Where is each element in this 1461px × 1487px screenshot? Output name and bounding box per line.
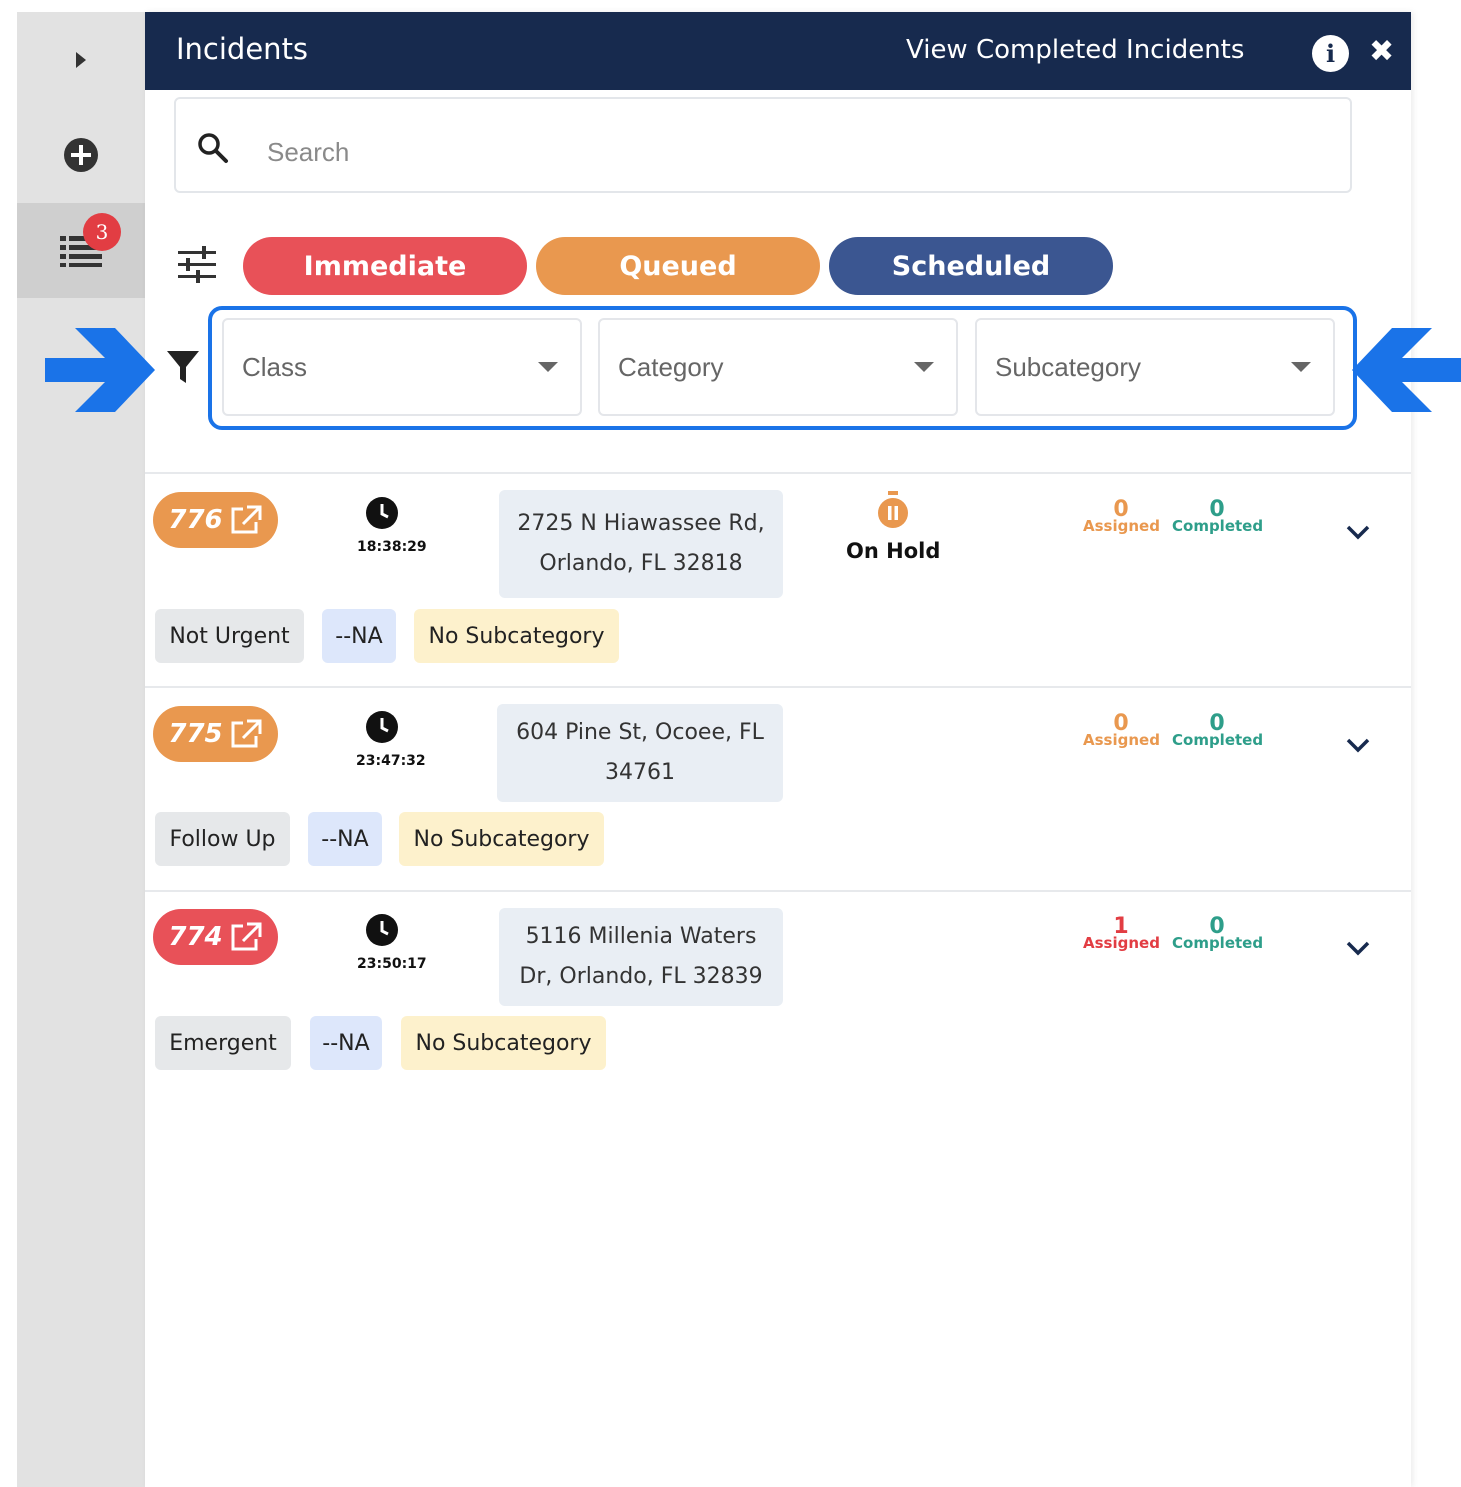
- incident-address: 2725 N Hiawassee Rd, Orlando, FL 32818: [499, 490, 783, 598]
- external-link-icon: [231, 719, 262, 748]
- incident-id-badge[interactable]: 775: [153, 706, 278, 762]
- assigned-label: Assigned: [1083, 731, 1160, 749]
- immediate-filter-button[interactable]: Immediate: [243, 237, 527, 295]
- external-link-icon: [231, 922, 262, 951]
- chevron-down-icon[interactable]: [1345, 736, 1371, 754]
- completed-label: Completed: [1172, 934, 1264, 952]
- category-select[interactable]: Category: [598, 318, 958, 416]
- incident-address: 5116 Millenia Waters Dr, Orlando, FL 328…: [499, 908, 783, 1006]
- incident-id: 776: [168, 505, 223, 535]
- incident-id: 775: [168, 719, 223, 749]
- subcategory-select[interactable]: Subcategory: [975, 318, 1335, 416]
- category-tag: --NA: [322, 609, 396, 663]
- urgency-tag: Follow Up: [155, 812, 290, 866]
- completed-label: Completed: [1172, 731, 1264, 749]
- search-input[interactable]: [265, 128, 1169, 176]
- clock-icon: [366, 914, 398, 946]
- assigned-counter: 0 Assigned: [1083, 713, 1160, 749]
- left-pointing-arrow-icon: [1352, 328, 1461, 412]
- completed-counter: 0 Completed: [1172, 713, 1264, 749]
- chevron-down-icon[interactable]: [1345, 939, 1371, 957]
- funnel-icon: [167, 351, 199, 383]
- subcategory-tag: No Subcategory: [401, 1016, 606, 1070]
- class-select-label: Class: [242, 351, 308, 382]
- search-icon: [198, 133, 228, 163]
- view-completed-incidents-link[interactable]: View Completed Incidents: [906, 35, 1244, 65]
- chevron-down-icon: [914, 362, 934, 372]
- assigned-label: Assigned: [1083, 934, 1160, 952]
- elapsed-time: 23:50:17: [357, 956, 427, 972]
- chevron-down-icon: [1291, 362, 1311, 372]
- status-label: On Hold: [846, 539, 941, 563]
- queued-filter-button[interactable]: Queued: [536, 237, 820, 295]
- category-tag: --NA: [310, 1016, 382, 1070]
- add-incident-icon[interactable]: [62, 136, 100, 174]
- assigned-counter: 0 Assigned: [1083, 499, 1160, 535]
- incident-id: 774: [168, 922, 223, 952]
- stopwatch-pause-icon: [878, 491, 908, 528]
- assigned-counter: 1 Assigned: [1083, 916, 1160, 952]
- external-link-icon: [231, 505, 262, 534]
- clock-icon: [366, 711, 398, 743]
- incident-count-badge: 3: [83, 213, 121, 251]
- elapsed-time: 23:47:32: [356, 753, 426, 769]
- chevron-down-icon[interactable]: [1345, 523, 1371, 541]
- scheduled-filter-button[interactable]: Scheduled: [829, 237, 1113, 295]
- subcategory-tag: No Subcategory: [399, 812, 604, 866]
- chevron-down-icon: [538, 362, 558, 372]
- subcategory-tag: No Subcategory: [414, 609, 619, 663]
- subcategory-select-label: Subcategory: [995, 351, 1141, 382]
- urgency-tag: Not Urgent: [155, 609, 304, 663]
- urgency-tag: Emergent: [155, 1016, 291, 1070]
- assigned-label: Assigned: [1083, 517, 1160, 535]
- expand-rail-icon[interactable]: [66, 45, 96, 75]
- elapsed-time: 18:38:29: [357, 539, 427, 555]
- right-pointing-arrow-icon: [45, 328, 155, 412]
- incident-id-badge[interactable]: 774: [153, 909, 278, 965]
- list-divider: [145, 472, 1411, 474]
- completed-label: Completed: [1172, 517, 1264, 535]
- list-divider: [145, 686, 1411, 688]
- close-icon[interactable]: ✖: [1369, 34, 1394, 69]
- list-divider: [145, 890, 1411, 892]
- incident-address: 604 Pine St, Ocoee, FL 34761: [497, 704, 783, 802]
- panel-title: Incidents: [176, 32, 309, 66]
- sliders-icon[interactable]: [176, 245, 218, 285]
- completed-counter: 0 Completed: [1172, 499, 1264, 535]
- clock-icon: [366, 497, 398, 529]
- class-select[interactable]: Class: [222, 318, 582, 416]
- info-icon[interactable]: i: [1312, 35, 1349, 72]
- incident-id-badge[interactable]: 776: [153, 492, 278, 548]
- completed-counter: 0 Completed: [1172, 916, 1264, 952]
- category-tag: --NA: [308, 812, 382, 866]
- category-select-label: Category: [618, 351, 724, 382]
